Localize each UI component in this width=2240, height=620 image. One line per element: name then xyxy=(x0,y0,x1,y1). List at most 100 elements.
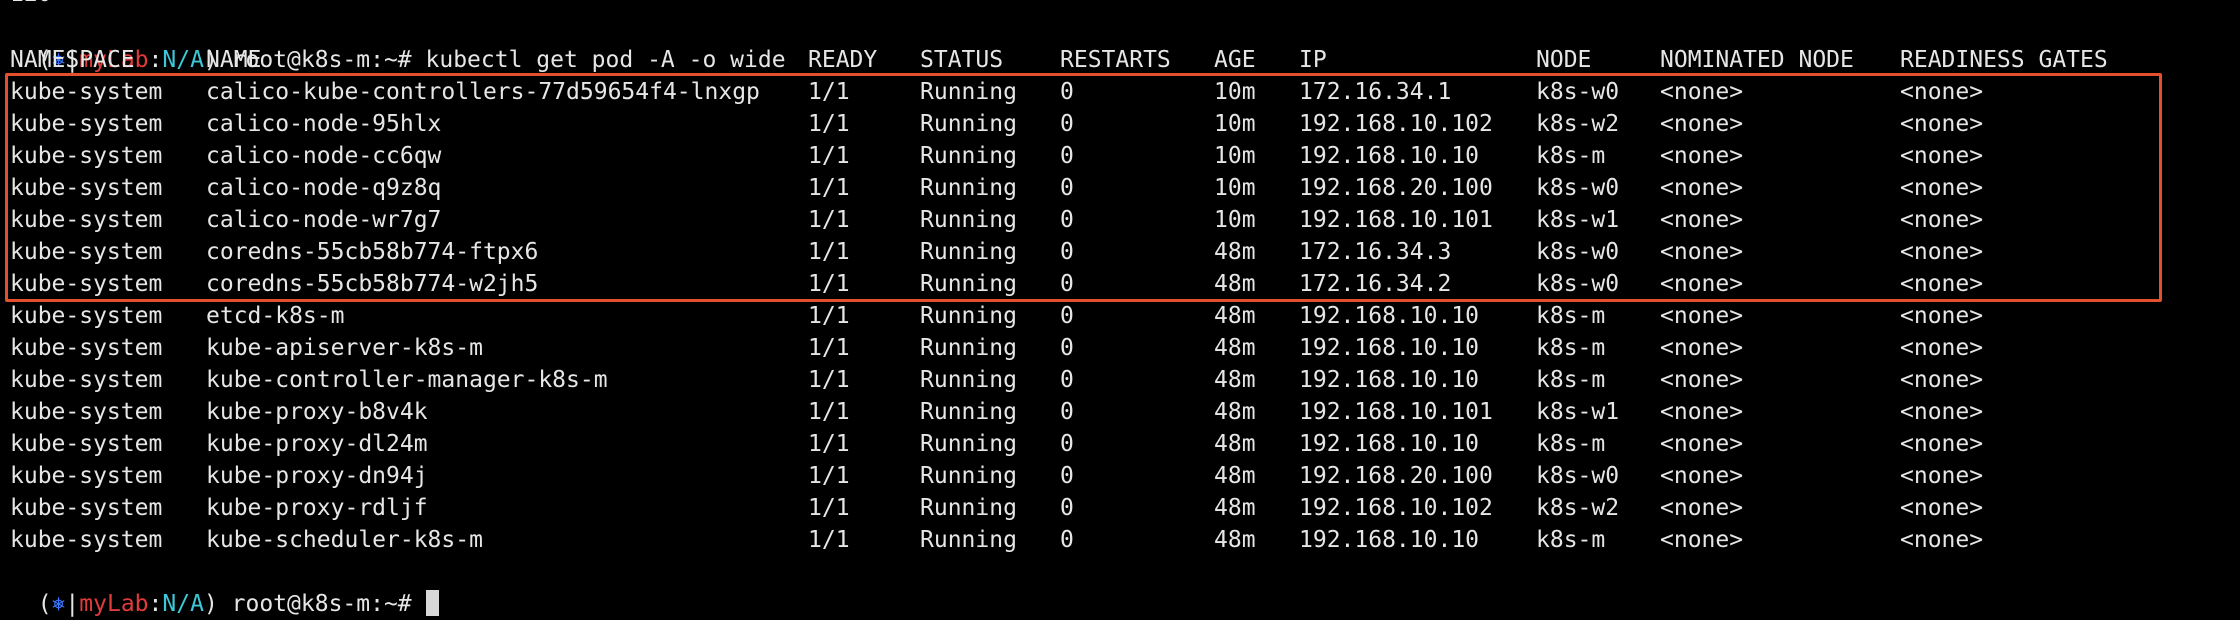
cell-namespace: kube-system xyxy=(10,335,163,361)
cell-age: 48m xyxy=(1214,367,1256,393)
cell-node: k8s-m xyxy=(1536,367,1606,393)
cell-ready: 1/1 xyxy=(808,495,850,521)
cell-name: kube-proxy-b8v4k xyxy=(206,399,428,425)
terminal-cursor[interactable] xyxy=(425,590,439,616)
cell-ready: 1/1 xyxy=(808,175,850,201)
cell-age: 48m xyxy=(1214,271,1256,297)
cell-restarts: 0 xyxy=(1060,79,1074,105)
cell-node: k8s-m xyxy=(1536,431,1606,457)
cell-namespace: kube-system xyxy=(10,207,163,233)
cell-status: Running xyxy=(920,207,1017,233)
cell-ip: 192.168.10.101 xyxy=(1299,207,1493,233)
cell-nominated-node: <none> xyxy=(1660,399,1744,425)
cell-ready: 1/1 xyxy=(808,111,850,137)
header-name: NAME xyxy=(206,47,262,73)
cell-namespace: kube-system xyxy=(10,527,163,553)
cell-name: calico-node-cc6qw xyxy=(206,143,442,169)
cell-ready: 1/1 xyxy=(808,271,850,297)
cell-node: k8s-w0 xyxy=(1536,271,1620,297)
cell-nominated-node: <none> xyxy=(1660,431,1744,457)
cell-nominated-node: <none> xyxy=(1660,303,1744,329)
cell-ip: 192.168.10.10 xyxy=(1299,367,1480,393)
cell-ip: 192.168.10.10 xyxy=(1299,527,1480,553)
cell-restarts: 0 xyxy=(1060,431,1074,457)
cell-node: k8s-m xyxy=(1536,527,1606,553)
cell-restarts: 0 xyxy=(1060,239,1074,265)
next-prompt-line[interactable]: (⎈|myLab:N/A) root@k8s-m:~# xyxy=(10,556,439,617)
cell-status: Running xyxy=(920,303,1017,329)
cell-name: calico-node-q9z8q xyxy=(206,175,442,201)
cell-nominated-node: <none> xyxy=(1660,495,1744,521)
kube-helm-icon: ⎈ xyxy=(51,591,66,617)
cell-restarts: 0 xyxy=(1060,175,1074,201)
cell-restarts: 0 xyxy=(1060,335,1074,361)
cell-node: k8s-w1 xyxy=(1536,207,1620,233)
cell-readiness-gates: <none> xyxy=(1900,367,1984,393)
cell-status: Running xyxy=(920,143,1017,169)
cell-node: k8s-w0 xyxy=(1536,239,1620,265)
cell-ip: 192.168.10.10 xyxy=(1299,303,1480,329)
cell-ip: 192.168.10.101 xyxy=(1299,399,1493,425)
cell-readiness-gates: <none> xyxy=(1900,463,1984,489)
cell-namespace: kube-system xyxy=(10,399,163,425)
cell-restarts: 0 xyxy=(1060,207,1074,233)
cell-name: kube-scheduler-k8s-m xyxy=(206,527,483,553)
cell-name: calico-node-95hlx xyxy=(206,111,442,137)
cell-status: Running xyxy=(920,399,1017,425)
prompt-namespace: N/A xyxy=(162,47,204,73)
cell-restarts: 0 xyxy=(1060,495,1074,521)
cell-ready: 1/1 xyxy=(808,431,850,457)
cell-ip: 192.168.20.100 xyxy=(1299,175,1493,201)
cell-age: 10m xyxy=(1214,79,1256,105)
cell-node: k8s-m xyxy=(1536,335,1606,361)
cell-ip: 192.168.10.10 xyxy=(1299,143,1480,169)
cell-namespace: kube-system xyxy=(10,79,163,105)
cell-ready: 1/1 xyxy=(808,335,850,361)
cell-name: calico-kube-controllers-77d59654f4-lnxgp xyxy=(206,79,760,105)
prompt-namespace: N/A xyxy=(162,591,204,617)
cell-ready: 1/1 xyxy=(808,527,850,553)
cell-status: Running xyxy=(920,463,1017,489)
prompt-cluster-name: myLab xyxy=(79,591,149,617)
cell-status: Running xyxy=(920,111,1017,137)
cell-namespace: kube-system xyxy=(10,111,163,137)
command-line: (⎈|myLab:N/A) root@k8s-m:~# kubectl get … xyxy=(10,12,786,73)
cell-age: 10m xyxy=(1214,143,1256,169)
cell-readiness-gates: <none> xyxy=(1900,207,1984,233)
cell-age: 48m xyxy=(1214,463,1256,489)
cell-node: k8s-w2 xyxy=(1536,495,1620,521)
cell-readiness-gates: <none> xyxy=(1900,431,1984,457)
cell-status: Running xyxy=(920,79,1017,105)
cell-restarts: 0 xyxy=(1060,399,1074,425)
cell-ip: 192.168.20.100 xyxy=(1299,463,1493,489)
cell-restarts: 0 xyxy=(1060,303,1074,329)
terminal-window[interactable]: { "terminal": { "clipped_top_text": "120… xyxy=(0,0,2240,617)
cell-node: k8s-m xyxy=(1536,143,1606,169)
header-restarts: RESTARTS xyxy=(1060,47,1171,73)
cell-readiness-gates: <none> xyxy=(1900,303,1984,329)
cell-name: kube-proxy-dl24m xyxy=(206,431,428,457)
prompt: (⎈|myLab:N/A) root@k8s-m:~# xyxy=(37,591,426,617)
cell-readiness-gates: <none> xyxy=(1900,79,1984,105)
cell-age: 10m xyxy=(1214,175,1256,201)
cell-restarts: 0 xyxy=(1060,463,1074,489)
header-node: NODE xyxy=(1536,47,1592,73)
cell-name: kube-proxy-rdljf xyxy=(206,495,428,521)
cell-age: 10m xyxy=(1214,111,1256,137)
cell-nominated-node: <none> xyxy=(1660,207,1744,233)
cell-nominated-node: <none> xyxy=(1660,175,1744,201)
cell-readiness-gates: <none> xyxy=(1900,399,1984,425)
cell-namespace: kube-system xyxy=(10,239,163,265)
cell-status: Running xyxy=(920,175,1017,201)
cell-status: Running xyxy=(920,271,1017,297)
cell-name: coredns-55cb58b774-ftpx6 xyxy=(206,239,539,265)
cell-ready: 1/1 xyxy=(808,79,850,105)
cell-namespace: kube-system xyxy=(10,303,163,329)
header-age: AGE xyxy=(1214,47,1256,73)
cell-ip: 192.168.10.10 xyxy=(1299,431,1480,457)
cell-name: kube-apiserver-k8s-m xyxy=(206,335,483,361)
header-ip: IP xyxy=(1299,47,1327,73)
cell-age: 48m xyxy=(1214,527,1256,553)
cell-ip: 172.16.34.2 xyxy=(1299,271,1452,297)
cell-nominated-node: <none> xyxy=(1660,111,1744,137)
